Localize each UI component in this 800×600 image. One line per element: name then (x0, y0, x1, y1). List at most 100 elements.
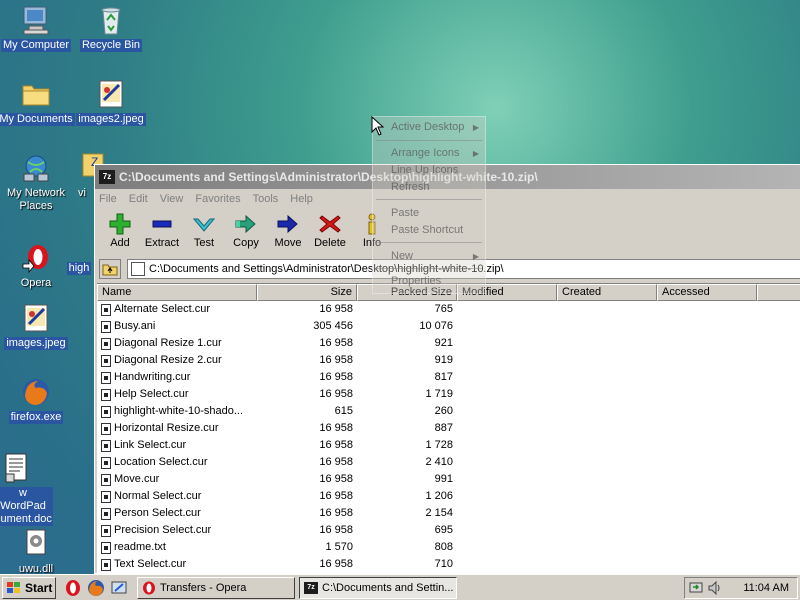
folder-up-button[interactable] (99, 259, 121, 279)
table-row[interactable]: Person Select.cur 16 958 2 154 (97, 505, 800, 522)
file-size: 16 958 (319, 354, 353, 366)
menu-item-paste[interactable]: Paste (391, 207, 419, 219)
file-name: Move.cur (114, 473, 160, 485)
desktop-icon-uwu-dll[interactable]: uwu.dll (0, 528, 76, 576)
file-name-cell: readme.txt (97, 539, 257, 556)
test-button[interactable]: Test (183, 213, 225, 249)
table-row[interactable]: Horizontal Resize.cur 16 958 887 (97, 420, 800, 437)
desktop-icon-images-jpeg[interactable]: images.jpeg (0, 302, 76, 350)
file-size: 305 456 (313, 320, 353, 332)
volume-icon[interactable] (707, 580, 723, 596)
file-packed-size: 887 (434, 422, 453, 434)
file-accessed (657, 539, 757, 556)
file-modified (457, 539, 557, 556)
file-icon (101, 303, 111, 316)
copy-arrow-icon (234, 213, 258, 235)
menu-item-properties[interactable]: Properties (391, 275, 441, 287)
file-modified (457, 369, 557, 386)
menu-item-refresh[interactable]: Refresh (391, 181, 430, 193)
file-created (557, 352, 657, 369)
desktop-icon-my-documents[interactable]: My Documents (0, 78, 76, 126)
menu-edit[interactable]: Edit (129, 193, 148, 205)
menu-item-new[interactable]: New (391, 250, 413, 262)
table-row[interactable]: Help Select.cur 16 958 1 719 (97, 386, 800, 403)
file-accessed (657, 352, 757, 369)
desktop-icon-wordpad-document[interactable]: w WordPad cument.doc (0, 452, 56, 526)
clock[interactable]: 11:04 AM (743, 582, 789, 594)
menu-item-active-desktop[interactable]: Active Desktop (391, 121, 464, 133)
column-header-accessed[interactable]: Accessed (657, 284, 757, 301)
file-modified (457, 420, 557, 437)
menu-file[interactable]: File (99, 193, 117, 205)
file-modified (457, 471, 557, 488)
file-name: Link Select.cur (114, 439, 187, 451)
extract-button[interactable]: Extract (141, 213, 183, 249)
desktop-icon-partial-high[interactable]: high (64, 262, 94, 275)
file-accessed (657, 437, 757, 454)
table-row[interactable]: Alternate Select.cur 16 958 765 (97, 301, 800, 318)
desktop-icon-my-network-places[interactable]: My Network Places (0, 152, 76, 213)
move-button[interactable]: Move (267, 213, 309, 249)
desktop-icon-firefox[interactable]: firefox.exe (0, 376, 76, 424)
start-button[interactable]: Start (2, 576, 56, 599)
desktop-icon-recycle-bin[interactable]: Recycle Bin (71, 4, 151, 52)
task-transfers-opera[interactable]: Transfers - Opera (137, 576, 295, 599)
table-row[interactable]: Handwriting.cur 16 958 817 (97, 369, 800, 386)
table-row[interactable]: highlight-white-10-shado... 615 260 (97, 403, 800, 420)
menu-item-line-up-icons[interactable]: Line Up Icons (391, 164, 458, 176)
menu-item-paste-shortcut[interactable]: Paste Shortcut (391, 224, 463, 236)
file-packed-size: 1 719 (425, 388, 453, 400)
opera-icon[interactable] (64, 579, 82, 597)
file-created (557, 471, 657, 488)
table-row[interactable]: Normal Select.cur 16 958 1 206 (97, 488, 800, 505)
desktop-icon-my-computer[interactable]: My Computer (0, 4, 76, 52)
table-row[interactable]: Location Select.cur 16 958 2 410 (97, 454, 800, 471)
desktop-icon-label: Opera (20, 277, 52, 289)
tray-app-icon[interactable] (689, 580, 705, 596)
menu-item-arrange-icons[interactable]: Arrange Icons (391, 147, 459, 159)
file-accessed (657, 505, 757, 522)
menu-tools[interactable]: Tools (253, 193, 279, 205)
menu-help[interactable]: Help (290, 193, 313, 205)
show-desktop-icon[interactable] (110, 579, 128, 597)
table-row[interactable]: Text Select.cur 16 958 710 (97, 556, 800, 573)
menu-view[interactable]: View (160, 193, 184, 205)
file-created (557, 301, 657, 318)
column-header-size[interactable]: Size (257, 284, 357, 301)
table-row[interactable]: readme.txt 1 570 808 (97, 539, 800, 556)
file-icon (101, 490, 111, 503)
table-row[interactable]: Diagonal Resize 2.cur 16 958 919 (97, 352, 800, 369)
delete-button[interactable]: Delete (309, 213, 351, 249)
file-size: 16 958 (319, 371, 353, 383)
desktop-icon-label: images2.jpeg (76, 113, 146, 126)
file-list[interactable]: Name Size Packed Size Modified Created A… (97, 283, 800, 573)
table-row[interactable]: Move.cur 16 958 991 (97, 471, 800, 488)
table-row[interactable]: Link Select.cur 16 958 1 728 (97, 437, 800, 454)
task-7zip-window[interactable]: 7z C:\Documents and Settin... (299, 576, 457, 599)
column-header-created[interactable]: Created (557, 284, 657, 301)
copy-button[interactable]: Copy (225, 213, 267, 249)
file-packed-size: 10 076 (419, 320, 453, 332)
file-icon (101, 371, 111, 384)
file-created (557, 437, 657, 454)
file-accessed (657, 335, 757, 352)
file-name: Help Select.cur (114, 388, 189, 400)
table-row[interactable]: Diagonal Resize 1.cur 16 958 921 (97, 335, 800, 352)
firefox-icon (20, 376, 52, 408)
table-row[interactable]: Busy.ani 305 456 10 076 (97, 318, 800, 335)
firefox-icon[interactable] (87, 579, 105, 597)
image-file-icon (95, 78, 127, 110)
menu-favorites[interactable]: Favorites (195, 193, 240, 205)
column-header-name[interactable]: Name (97, 284, 257, 301)
file-name-cell: Normal Select.cur (97, 488, 257, 505)
add-button[interactable]: Add (99, 213, 141, 249)
desktop-icon-label: images.jpeg (4, 337, 68, 350)
table-row[interactable]: Precision Select.cur 16 958 695 (97, 522, 800, 539)
opera-icon (143, 581, 155, 594)
desktop-icon-label: high (66, 262, 92, 275)
file-created (557, 318, 657, 335)
desktop-icon-images2-jpeg[interactable]: images2.jpeg (71, 78, 151, 126)
file-size: 16 958 (319, 422, 353, 434)
file-size: 16 958 (319, 558, 353, 570)
file-name: Alternate Select.cur (114, 303, 210, 315)
